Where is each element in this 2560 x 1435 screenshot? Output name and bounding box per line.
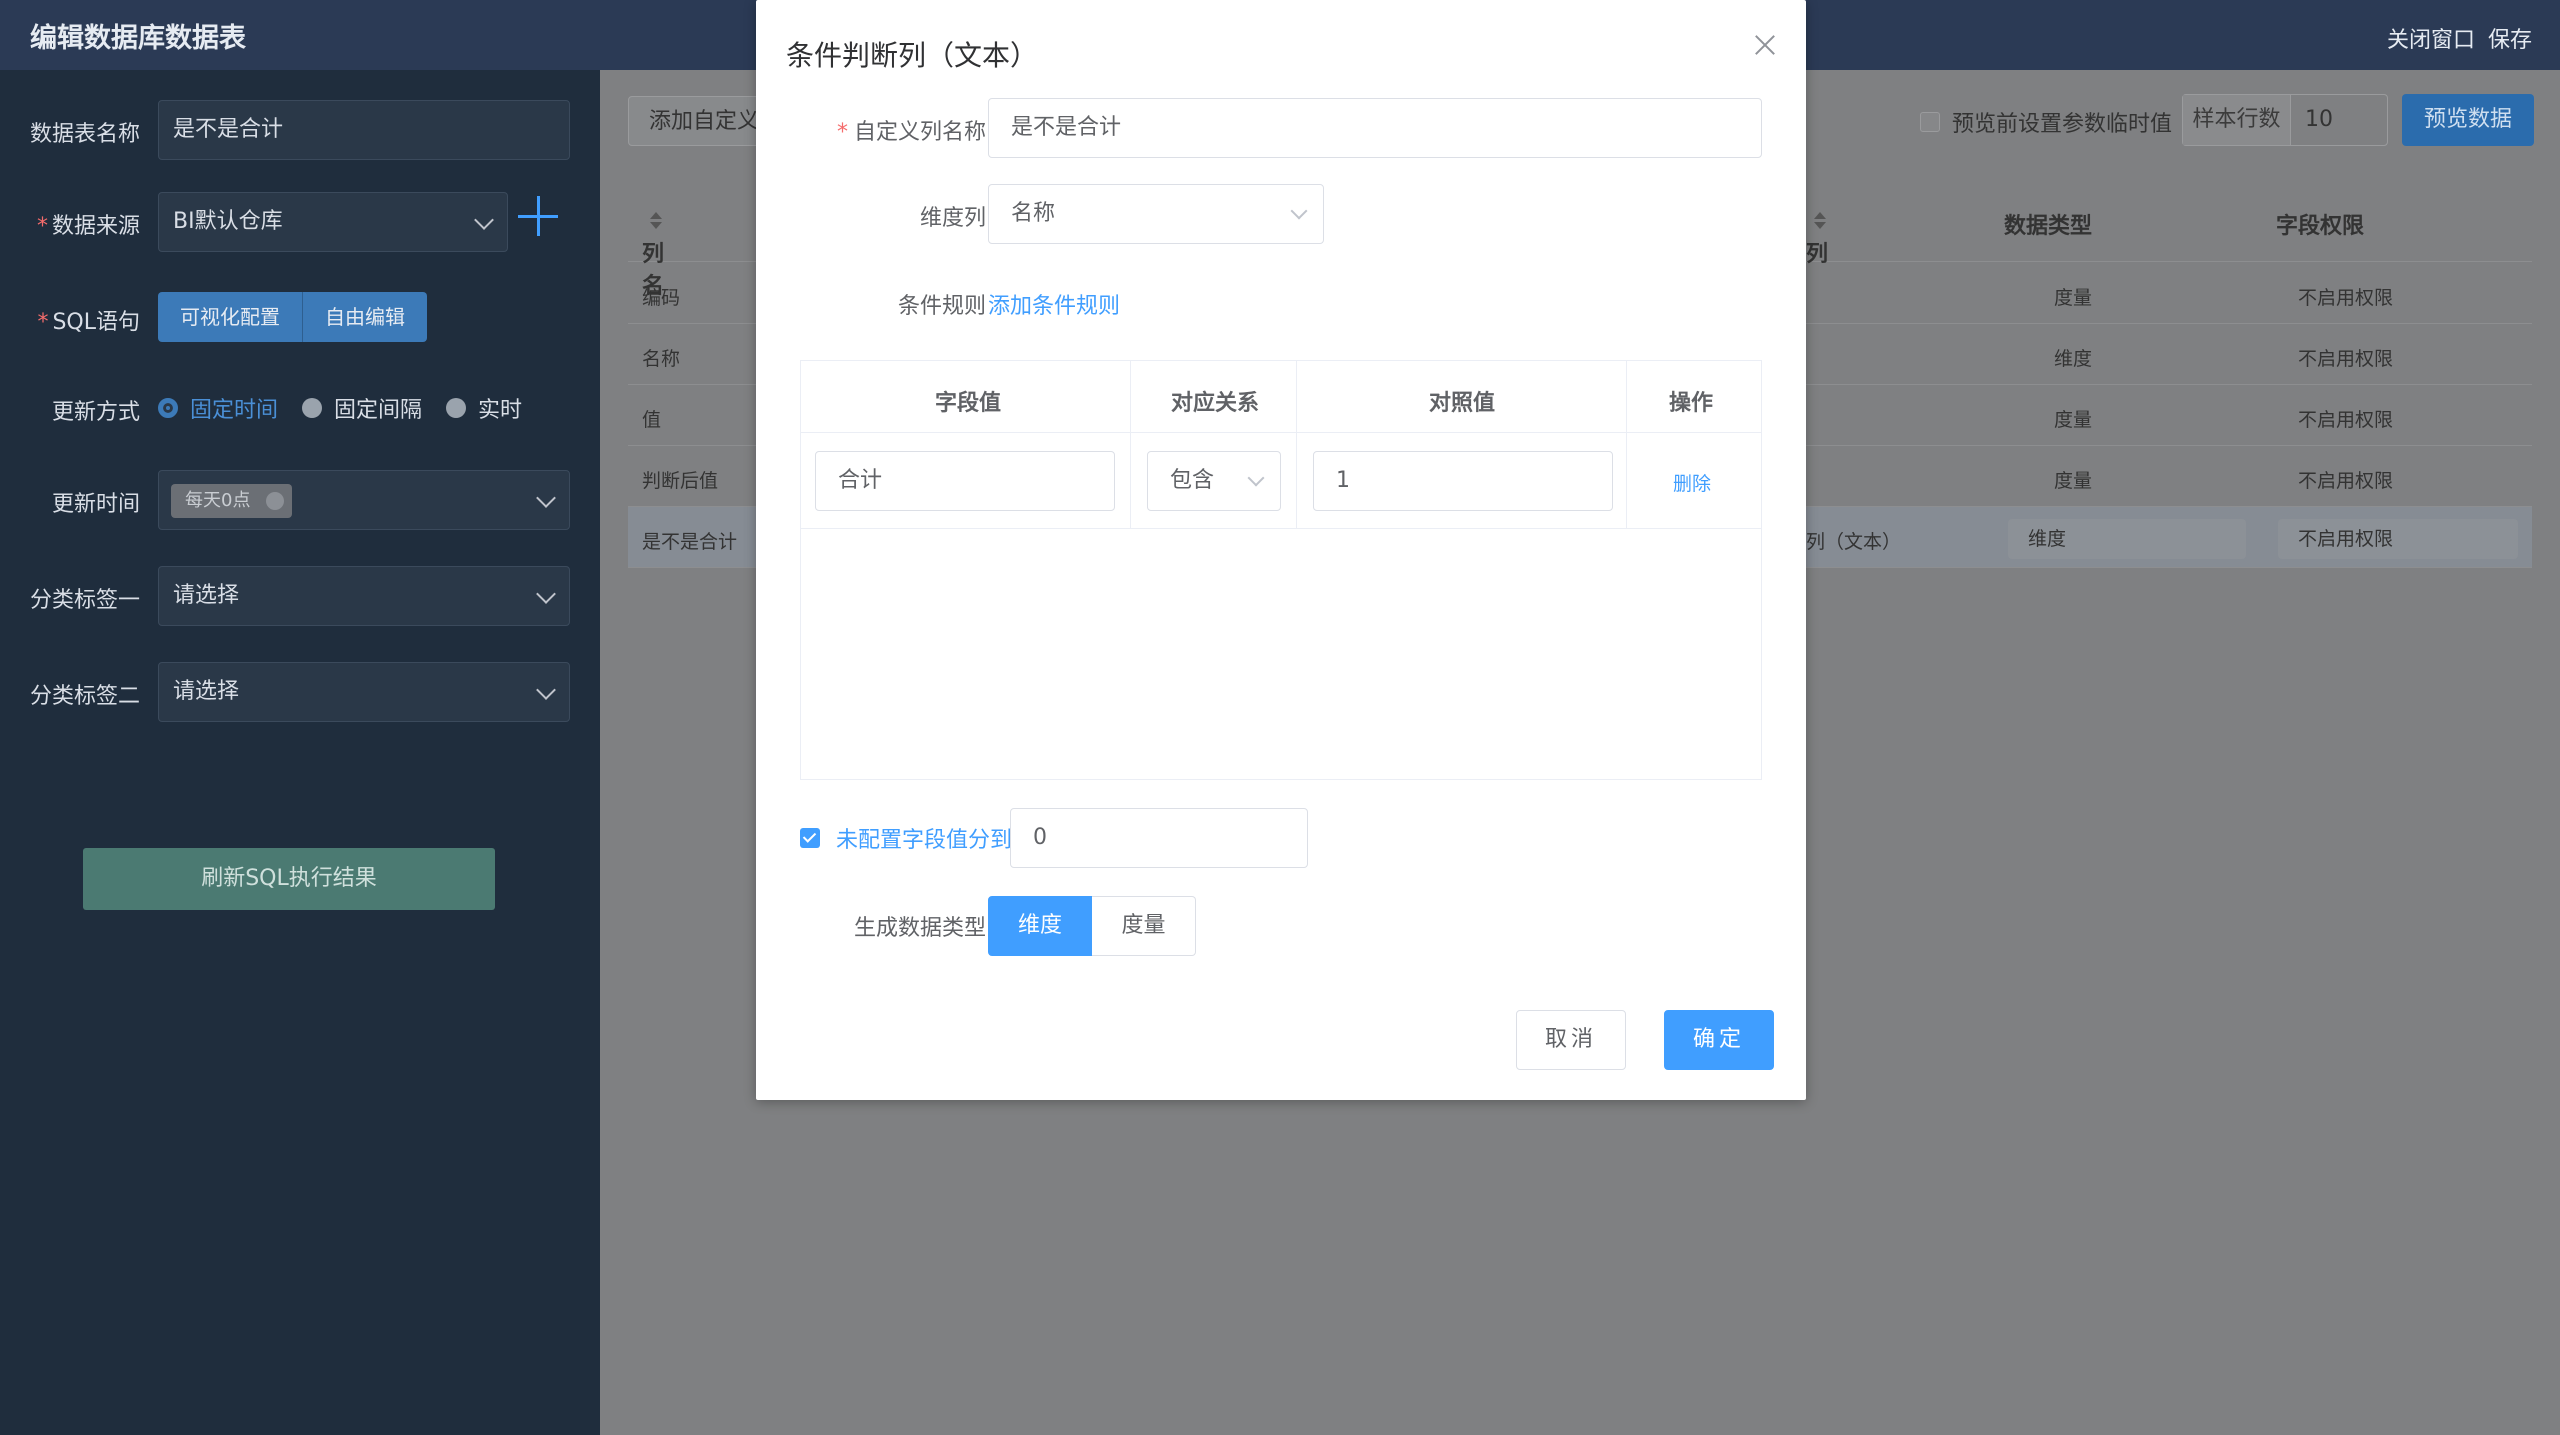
add-source-icon[interactable] xyxy=(518,196,558,236)
required-mark: * xyxy=(37,310,49,335)
free-edit-button[interactable]: 自由编辑 xyxy=(303,292,427,342)
category1-select[interactable]: 请选择 xyxy=(158,566,570,626)
sql-label: * SQL语句 xyxy=(37,310,140,335)
update-time-label: 更新时间 xyxy=(51,492,140,517)
dialog-title: 条件判断列（文本） xyxy=(786,39,1039,72)
field-value-input[interactable]: 合计 xyxy=(815,451,1115,511)
custom-name-label: * 自定义列名称 xyxy=(836,120,986,145)
unconfigured-label: 未配置字段值分到 xyxy=(836,828,1013,853)
rules-table: 字段值 对应关系 对照值 操作 合计 包含 1 删除 xyxy=(800,360,1762,780)
close-icon[interactable] xyxy=(1754,34,1776,56)
category2-label: 分类标签二 xyxy=(29,684,140,709)
source-select[interactable]: BI默认仓库 xyxy=(158,192,508,252)
unconfigured-value-input[interactable]: 0 xyxy=(1010,808,1308,868)
category1-label: 分类标签一 xyxy=(29,588,140,613)
add-rule-link[interactable]: 添加条件规则 xyxy=(988,288,1120,320)
sql-mode-group: 可视化配置 自由编辑 xyxy=(158,292,427,342)
category2-select[interactable]: 请选择 xyxy=(158,662,570,722)
radio-realtime[interactable]: 实时 xyxy=(446,392,522,424)
update-mode-label: 更新方式 xyxy=(51,400,140,425)
gen-type-dimension[interactable]: 维度 xyxy=(988,896,1092,956)
page-title: 编辑数据库数据表 xyxy=(30,23,246,54)
chevron-down-icon xyxy=(1247,469,1265,487)
permission-select[interactable]: 不启用权限 xyxy=(2278,519,2518,559)
gen-type-label: 生成数据类型 xyxy=(853,916,986,941)
refresh-sql-button[interactable]: 刷新SQL执行结果 xyxy=(83,848,495,910)
compare-value-input[interactable]: 1 xyxy=(1313,451,1613,511)
sample-rows-label: 样本行数 xyxy=(2183,95,2291,145)
visual-config-button[interactable]: 可视化配置 xyxy=(158,292,303,342)
source-label: * 数据来源 xyxy=(36,214,140,239)
radio-fixed-time[interactable]: 固定时间 xyxy=(158,392,278,424)
gen-type-measure[interactable]: 度量 xyxy=(1092,896,1196,956)
chevron-down-icon xyxy=(536,680,556,700)
time-tag: 每天0点 xyxy=(171,484,293,518)
col-header-name[interactable]: 列名 xyxy=(642,208,664,299)
required-mark: * xyxy=(36,214,48,239)
radio-dot-icon xyxy=(446,398,467,418)
unconfigured-checkbox[interactable] xyxy=(800,828,820,848)
preview-param-checkbox[interactable]: 预览前设置参数临时值 xyxy=(1920,106,2172,138)
header-actions: 关闭窗口 保存 xyxy=(2381,22,2532,54)
radio-dot-icon xyxy=(302,398,323,418)
radio-fixed-interval[interactable]: 固定间隔 xyxy=(302,392,422,424)
type-select[interactable]: 维度 xyxy=(2008,519,2246,559)
col-header-type: 数据类型 xyxy=(2004,214,2093,239)
close-window-link[interactable]: 关闭窗口 xyxy=(2387,28,2475,53)
col-header-col[interactable]: 列 xyxy=(1806,208,1828,267)
cancel-button[interactable]: 取消 xyxy=(1516,1010,1626,1070)
chevron-down-icon xyxy=(536,488,556,508)
condition-column-dialog: 条件判断列（文本） * 自定义列名称 是不是合计 维度列 名称 条件规则 添加条件… xyxy=(756,0,1806,1100)
relation-select[interactable]: 包含 xyxy=(1147,451,1281,511)
update-mode-radios: 固定时间 固定间隔 实时 xyxy=(158,392,546,424)
required-mark: * xyxy=(836,120,848,145)
chevron-down-icon xyxy=(536,584,556,604)
col-header-permission: 字段权限 xyxy=(2276,214,2365,239)
sort-icon xyxy=(1814,211,1826,229)
custom-name-input[interactable]: 是不是合计 xyxy=(988,98,1762,158)
checkbox-icon xyxy=(1920,112,1940,132)
sample-rows: 样本行数 10 xyxy=(2182,94,2388,146)
dimension-select[interactable]: 名称 xyxy=(988,184,1324,244)
preview-data-button[interactable]: 预览数据 xyxy=(2402,94,2534,146)
save-link[interactable]: 保存 xyxy=(2488,28,2532,53)
table-name-label: 数据表名称 xyxy=(29,122,140,147)
chevron-down-icon xyxy=(1290,202,1308,220)
dimension-label: 维度列 xyxy=(919,206,986,231)
rule-row: 合计 包含 1 删除 xyxy=(801,433,1761,529)
ok-button[interactable]: 确定 xyxy=(1664,1010,1774,1070)
table-name-input[interactable]: 是不是合计 xyxy=(158,100,570,160)
sort-icon xyxy=(650,211,662,229)
left-form-panel: 数据表名称 是不是合计 * 数据来源 BI默认仓库 * SQL语句 可视化配置 自由… xyxy=(0,70,600,1435)
sample-rows-input[interactable]: 10 xyxy=(2291,95,2333,145)
delete-rule-link[interactable]: 删除 xyxy=(1673,469,1711,496)
radio-dot-icon xyxy=(158,398,178,418)
gen-type-toggle: 维度 度量 xyxy=(988,896,1196,956)
chevron-down-icon xyxy=(474,210,494,230)
rules-table-header: 字段值 对应关系 对照值 操作 xyxy=(801,361,1761,433)
update-time-select[interactable]: 每天0点 xyxy=(158,470,570,530)
close-icon[interactable] xyxy=(266,492,285,510)
rule-label: 条件规则 xyxy=(897,294,986,319)
